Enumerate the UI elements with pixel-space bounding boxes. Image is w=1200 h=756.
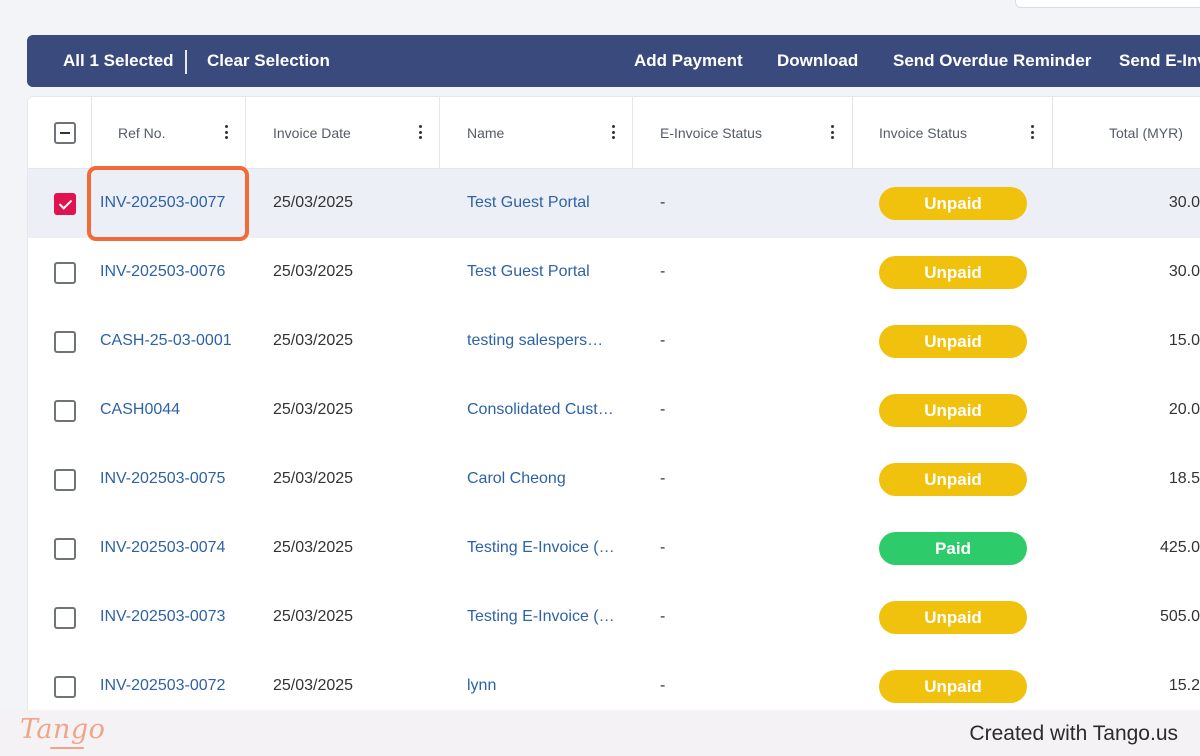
ref-no-link[interactable]: CASH-25-03-0001 bbox=[100, 331, 232, 351]
column-header-ref-no[interactable]: Ref No. bbox=[92, 97, 246, 169]
column-header-invoice-status[interactable]: Invoice Status bbox=[853, 97, 1053, 169]
row-checkbox[interactable] bbox=[54, 331, 76, 353]
column-menu-icon[interactable] bbox=[831, 125, 835, 141]
add-payment-button[interactable]: Add Payment bbox=[634, 51, 743, 71]
einvoice-status: - bbox=[660, 263, 666, 280]
column-header-total[interactable]: Total (MYR) bbox=[1053, 97, 1200, 169]
total-amount: 20.0 bbox=[1168, 401, 1200, 418]
row-checkbox[interactable] bbox=[54, 607, 76, 629]
column-header-einvoice-status[interactable]: E-Invoice Status bbox=[633, 97, 853, 169]
total-amount: 425.0 bbox=[1159, 539, 1200, 556]
column-menu-icon[interactable] bbox=[419, 125, 423, 141]
customer-name-link[interactable]: Test Guest Portal bbox=[467, 262, 590, 282]
column-label: Ref No. bbox=[118, 125, 166, 141]
select-all-checkbox[interactable] bbox=[54, 122, 76, 144]
invoice-status-badge: Unpaid bbox=[879, 601, 1027, 634]
footer-bar: Tango Created with Tango.us bbox=[0, 710, 1200, 756]
table-row[interactable]: INV-202503-0074 25/03/2025 Testing E-Invoi… bbox=[28, 514, 1200, 583]
send-einvoice-button[interactable]: Send E-Inv bbox=[1119, 51, 1200, 71]
row-checkbox[interactable] bbox=[54, 400, 76, 422]
table-row[interactable]: INV-202503-0076 25/03/2025 Test Guest Port… bbox=[28, 238, 1200, 307]
total-amount: 30.0 bbox=[1168, 263, 1200, 280]
invoice-status-badge: Unpaid bbox=[879, 187, 1027, 220]
column-menu-icon[interactable] bbox=[612, 125, 616, 141]
table-row[interactable]: INV-202503-0075 25/03/2025 Carol Cheong - 18… bbox=[28, 445, 1200, 514]
column-header-name[interactable]: Name bbox=[440, 97, 633, 169]
einvoice-status: - bbox=[660, 539, 666, 556]
table-row[interactable]: INV-202503-0073 25/03/2025 Testing E-Invoi… bbox=[28, 583, 1200, 652]
column-label: Invoice Status bbox=[879, 125, 967, 141]
tango-logo: Tango bbox=[20, 714, 106, 749]
row-checkbox[interactable] bbox=[54, 193, 76, 215]
download-button[interactable]: Download bbox=[777, 51, 858, 71]
einvoice-status: - bbox=[660, 332, 666, 349]
selection-count: All 1 Selected bbox=[63, 51, 174, 70]
credit-text: Created with Tango.us bbox=[969, 722, 1178, 745]
column-label: Total (MYR) bbox=[1109, 125, 1183, 141]
send-overdue-reminder-button[interactable]: Send Overdue Reminder bbox=[893, 51, 1091, 71]
table-header: Ref No. Invoice Date Name E-Invoice Stat… bbox=[28, 97, 1200, 169]
invoice-date: 25/03/2025 bbox=[273, 677, 354, 694]
invoice-status-badge: Unpaid bbox=[879, 463, 1027, 496]
ref-no-link[interactable]: INV-202503-0073 bbox=[100, 607, 225, 627]
invoice-date: 25/03/2025 bbox=[273, 194, 354, 211]
table-row[interactable]: INV-202503-0077 25/03/2025 Test Guest Port… bbox=[28, 169, 1200, 238]
customer-name-link[interactable]: Testing E-Invoice (… bbox=[467, 538, 615, 558]
customer-name-link[interactable]: Testing E-Invoice (… bbox=[467, 607, 615, 627]
row-checkbox[interactable] bbox=[54, 262, 76, 284]
total-amount: 18.5 bbox=[1168, 470, 1200, 487]
ref-no-link[interactable]: CASH0044 bbox=[100, 400, 180, 420]
customer-name-link[interactable]: lynn bbox=[467, 676, 496, 696]
ref-no-link[interactable]: INV-202503-0077 bbox=[100, 193, 225, 213]
invoice-status-badge: Paid bbox=[879, 532, 1027, 565]
table-row[interactable]: CASH-25-03-0001 25/03/2025 testing salespe… bbox=[28, 307, 1200, 376]
header-select-cell bbox=[28, 97, 92, 169]
column-menu-icon[interactable] bbox=[1031, 125, 1035, 141]
total-amount: 15.0 bbox=[1168, 332, 1200, 349]
invoice-status-badge: Unpaid bbox=[879, 256, 1027, 289]
ref-no-link[interactable]: INV-202503-0072 bbox=[100, 676, 225, 696]
clear-selection-button[interactable]: Clear Selection bbox=[207, 51, 330, 71]
invoice-date: 25/03/2025 bbox=[273, 332, 354, 349]
divider bbox=[185, 50, 187, 74]
customer-name-link[interactable]: Test Guest Portal bbox=[467, 193, 590, 213]
row-checkbox[interactable] bbox=[54, 469, 76, 491]
selection-action-bar: All 1 Selected Clear Selection Add Payme… bbox=[27, 35, 1200, 87]
column-label: Name bbox=[467, 125, 505, 141]
row-checkbox[interactable] bbox=[54, 676, 76, 698]
invoice-status-badge: Unpaid bbox=[879, 670, 1027, 703]
row-checkbox[interactable] bbox=[54, 538, 76, 560]
invoice-date: 25/03/2025 bbox=[273, 608, 354, 625]
ref-no-link[interactable]: INV-202503-0076 bbox=[100, 262, 225, 282]
einvoice-status: - bbox=[660, 677, 666, 694]
invoice-status-badge: Unpaid bbox=[879, 394, 1027, 427]
einvoice-status: - bbox=[660, 194, 666, 211]
total-amount: 30.0 bbox=[1168, 194, 1200, 211]
customer-name-link[interactable]: testing salespers… bbox=[467, 331, 603, 351]
total-amount: 15.2 bbox=[1168, 677, 1200, 694]
invoice-table: Ref No. Invoice Date Name E-Invoice Stat… bbox=[27, 96, 1200, 736]
column-label: E-Invoice Status bbox=[660, 125, 762, 141]
einvoice-status: - bbox=[660, 401, 666, 418]
invoice-date: 25/03/2025 bbox=[273, 470, 354, 487]
column-menu-icon[interactable] bbox=[225, 125, 229, 141]
table-row[interactable]: CASH0044 25/03/2025 Consolidated Cust… - 20.… bbox=[28, 376, 1200, 445]
invoice-date: 25/03/2025 bbox=[273, 401, 354, 418]
ref-no-link[interactable]: INV-202503-0074 bbox=[100, 538, 225, 558]
einvoice-status: - bbox=[660, 608, 666, 625]
invoice-date: 25/03/2025 bbox=[273, 539, 354, 556]
einvoice-status: - bbox=[660, 470, 666, 487]
ref-no-link[interactable]: INV-202503-0075 bbox=[100, 469, 225, 489]
customer-name-link[interactable]: Consolidated Cust… bbox=[467, 400, 614, 420]
total-amount: 505.0 bbox=[1159, 608, 1200, 625]
customer-name-link[interactable]: Carol Cheong bbox=[467, 469, 566, 489]
invoice-date: 25/03/2025 bbox=[273, 263, 354, 280]
column-header-invoice-date[interactable]: Invoice Date bbox=[246, 97, 440, 169]
search-box-edge[interactable] bbox=[1015, 0, 1200, 8]
column-label: Invoice Date bbox=[273, 125, 351, 141]
invoice-status-badge: Unpaid bbox=[879, 325, 1027, 358]
